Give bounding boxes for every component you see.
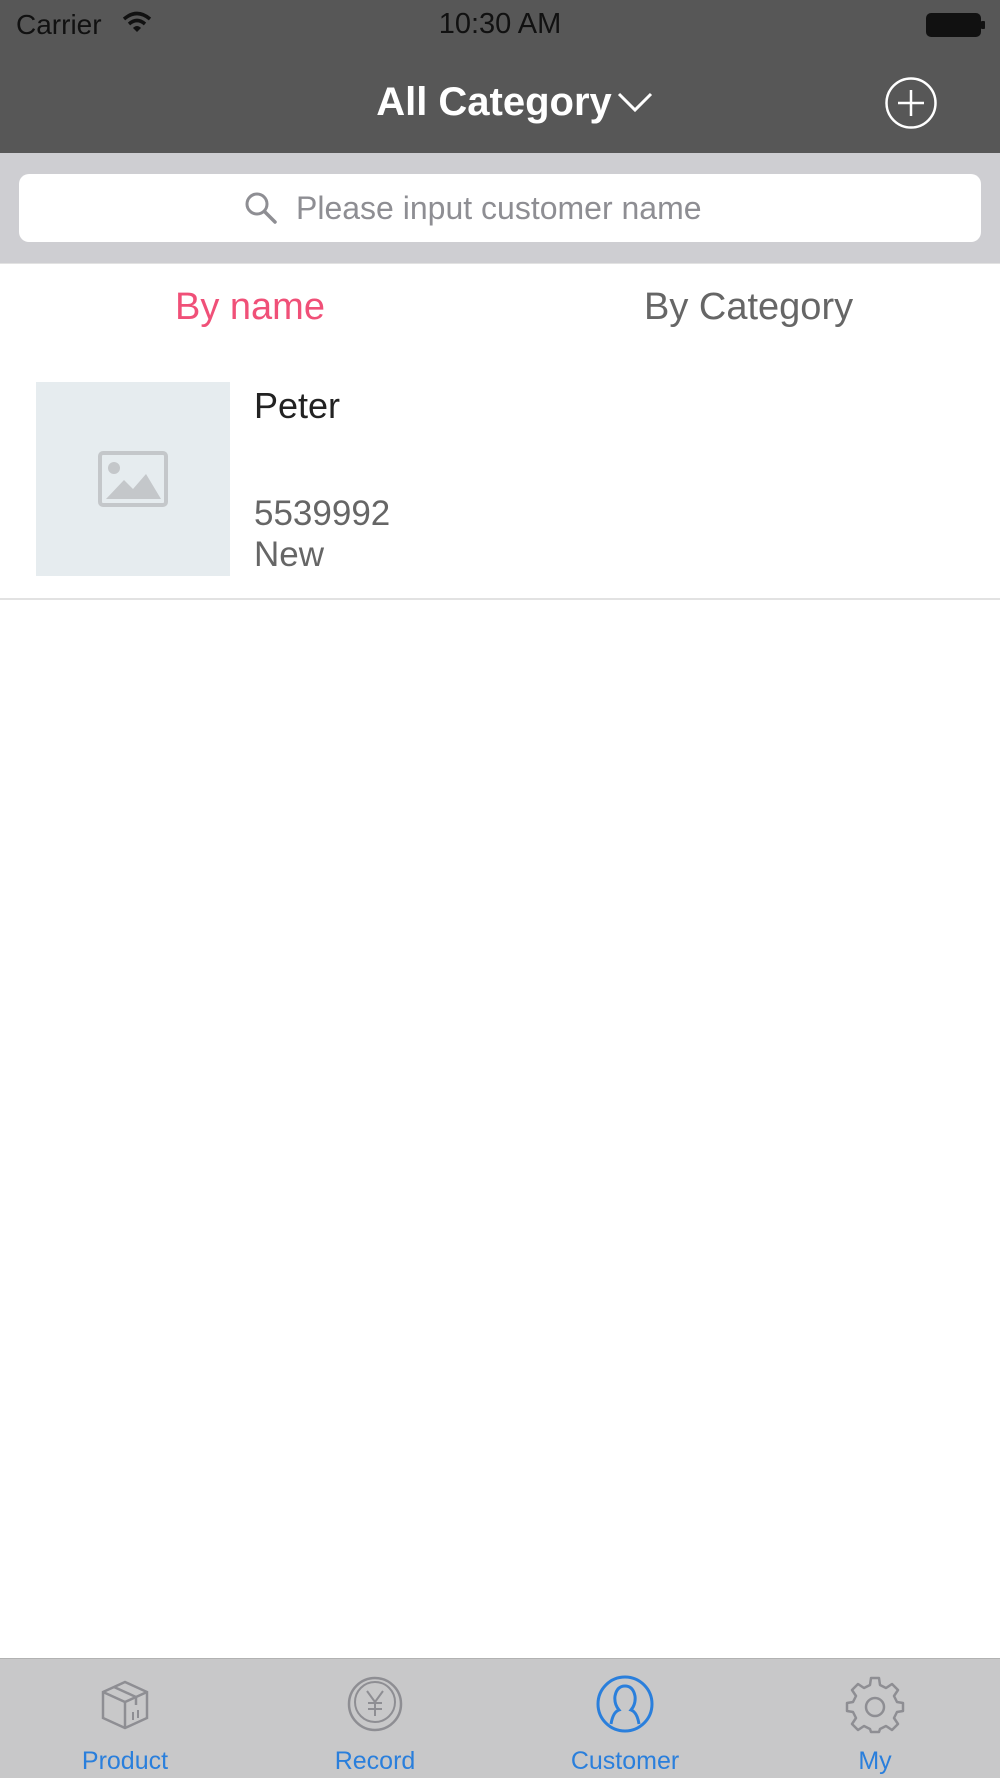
search-input[interactable] (296, 189, 756, 227)
gear-icon (845, 1676, 905, 1734)
battery-icon (926, 13, 985, 37)
tab-by-name[interactable]: By name (175, 286, 325, 329)
tab-record[interactable]: Record (250, 1659, 500, 1778)
customer-status: New (254, 535, 325, 574)
bottom-tab-bar: Product Record Customer My (0, 1658, 1000, 1778)
category-selector[interactable]: All Category (0, 72, 1000, 132)
customer-phone: 5539992 (254, 494, 391, 533)
add-customer-button[interactable] (884, 76, 938, 130)
tab-customer[interactable]: Customer (500, 1659, 750, 1778)
box-icon (101, 1680, 149, 1730)
tab-product[interactable]: Product (0, 1659, 250, 1778)
yen-coin-icon (347, 1676, 403, 1732)
status-bar: Carrier 10:30 AM (0, 0, 1000, 50)
person-icon (596, 1675, 654, 1733)
image-placeholder-icon (98, 451, 168, 507)
sort-tabs: By name By Category (0, 263, 1000, 355)
page-title: All Category (376, 79, 612, 124)
customer-name: Peter (254, 385, 341, 426)
tab-my-label: My (858, 1747, 892, 1775)
customer-list-item[interactable]: Peter 5539992 New (0, 355, 1000, 600)
search-field[interactable] (19, 174, 981, 242)
tab-my[interactable]: My (750, 1659, 1000, 1778)
status-time: 10:30 AM (438, 8, 562, 40)
top-bar: Carrier 10:30 AM All Category (0, 0, 1000, 153)
chevron-down-icon (617, 92, 652, 113)
search-icon (245, 192, 277, 224)
search-bar (0, 153, 1000, 263)
tab-by-category[interactable]: By Category (644, 286, 853, 329)
customer-avatar (36, 382, 230, 576)
tab-product-label: Product (81, 1747, 169, 1775)
tab-record-label: Record (334, 1747, 416, 1775)
tab-customer-label: Customer (570, 1747, 680, 1775)
